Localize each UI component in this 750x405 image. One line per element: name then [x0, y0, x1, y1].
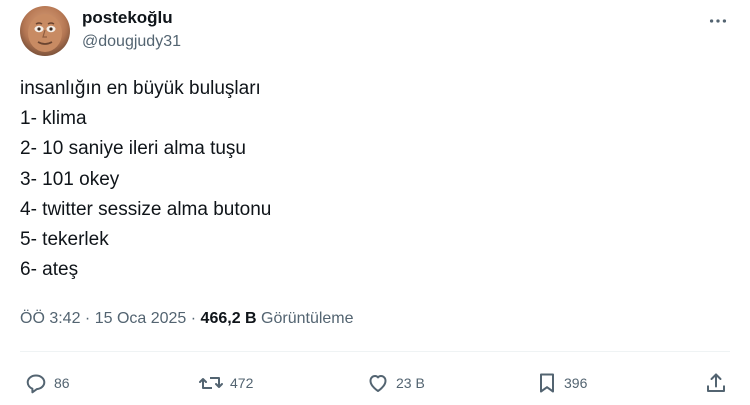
display-name[interactable]: postekoğlu [82, 8, 173, 28]
like-count: 23 B [396, 375, 425, 391]
views-label: Görüntüleme [256, 310, 354, 327]
bookmark-button[interactable]: 396 [536, 370, 587, 396]
tweet-meta: ÖÖ 3:42 · 15 Oca 2025 · 466,2 B Görüntül… [20, 309, 354, 329]
repost-button[interactable]: 472 [198, 370, 253, 396]
reply-button[interactable]: 86 [24, 370, 70, 396]
timestamp-date[interactable]: 15 Oca 2025 [95, 310, 187, 327]
bookmark-count: 396 [564, 375, 588, 391]
avatar-image [28, 14, 62, 52]
reply-icon [26, 374, 46, 394]
share-icon [707, 373, 725, 392]
more-icon [709, 19, 727, 23]
more-button[interactable] [706, 9, 730, 33]
meta-separator: · [80, 310, 95, 327]
avatar[interactable] [20, 6, 70, 56]
bookmark-icon [540, 373, 554, 393]
like-button[interactable]: 23 B [366, 370, 425, 396]
meta-separator-2: · [186, 310, 201, 327]
tweet: postekoğlu @dougjudy31 insanlığın en büy… [0, 0, 750, 405]
reply-count: 86 [54, 375, 70, 391]
share-button[interactable] [704, 370, 728, 396]
tweet-text: insanlığın en büyük buluşları 1- klima 2… [20, 78, 272, 281]
repost-count: 472 [230, 375, 254, 391]
views-count: 466,2 B [200, 310, 257, 327]
heart-icon [369, 375, 387, 392]
timestamp-time[interactable]: ÖÖ 3:42 [20, 310, 80, 327]
handle[interactable]: @dougjudy31 [82, 32, 181, 52]
divider [20, 351, 730, 352]
repost-icon [199, 377, 223, 389]
